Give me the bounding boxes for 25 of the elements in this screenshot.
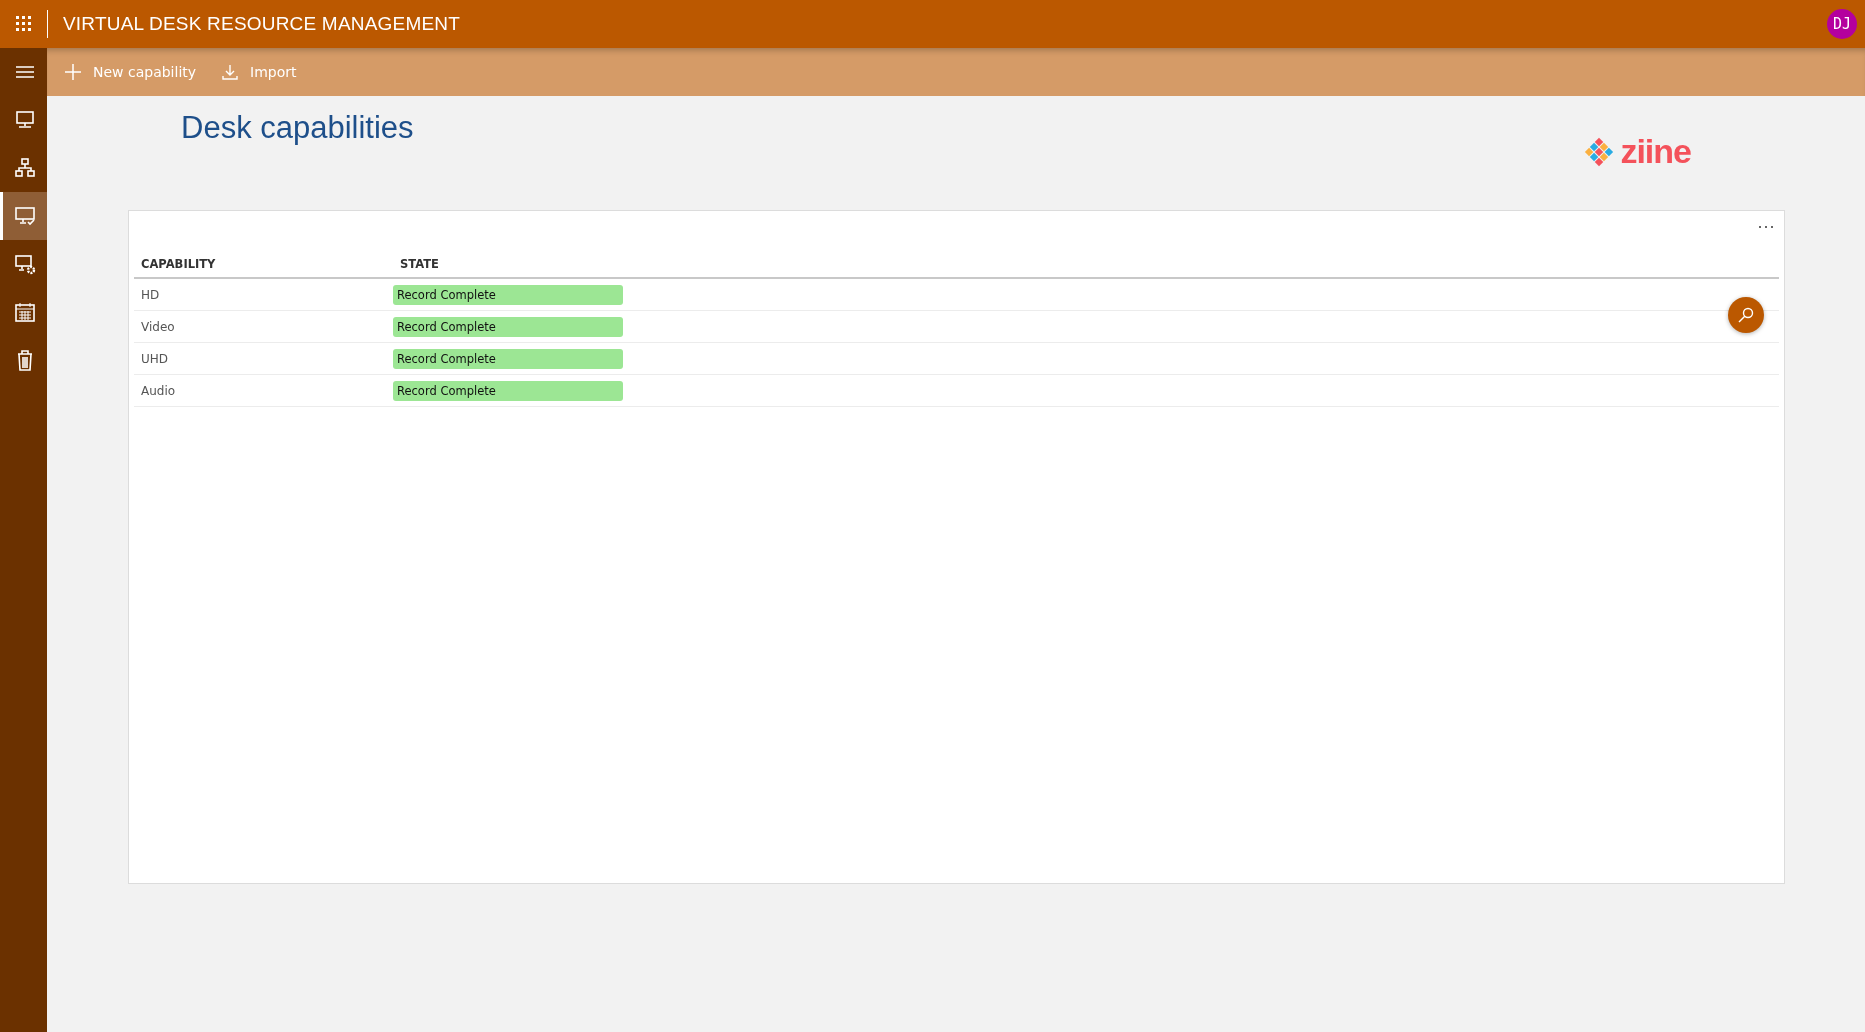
monitor-gear-icon: [14, 253, 36, 275]
column-header[interactable]: CAPABILITY: [134, 251, 393, 278]
user-avatar[interactable]: DJ: [1827, 9, 1857, 39]
monitor-icon: [14, 109, 36, 131]
logo-text: ziine: [1620, 132, 1691, 171]
monitor-check-icon: [14, 205, 36, 227]
nav-item[interactable]: [0, 192, 47, 240]
table-cell: HD: [134, 278, 393, 311]
page-title: Desk capabilities: [181, 110, 414, 146]
status-badge: Record Complete: [393, 284, 623, 305]
hierarchy-icon: [14, 157, 36, 179]
logo-icon: [1584, 136, 1615, 167]
status-badge: Record Complete: [393, 316, 623, 337]
status-badge: Record Complete: [393, 380, 623, 401]
status-badge: Record Complete: [393, 348, 623, 369]
table-cell: Video: [134, 310, 393, 343]
app-title: VIRTUAL DESK RESOURCE MANAGEMENT: [63, 13, 462, 35]
column-header[interactable]: STATE: [393, 251, 1702, 278]
download-icon: [222, 64, 239, 80]
calendar-icon: [14, 301, 36, 323]
search-icon: [1738, 307, 1754, 323]
plus-icon: [65, 64, 81, 80]
table-cell: UHD: [134, 342, 393, 375]
search-button[interactable]: [1728, 297, 1764, 333]
table-cell: Audio: [134, 374, 393, 407]
